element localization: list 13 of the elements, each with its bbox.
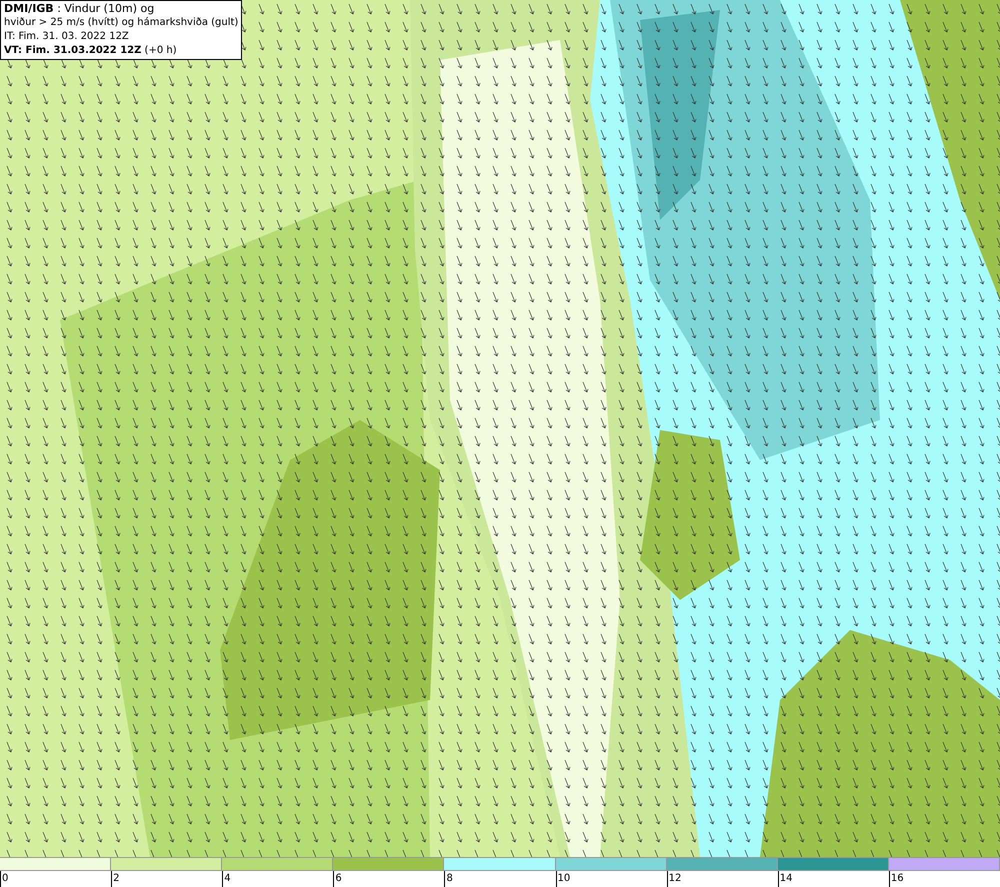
legend-label: 12 — [668, 873, 682, 884]
info-text: hviður > 25 m/s (hvítt) og hámarkshviða (gult) — [4, 16, 238, 30]
info-text: IT: Fim. 31. 03. 2022 12Z — [4, 30, 129, 44]
info-text: DMI/IGB : Vindur (10m) og — [4, 2, 154, 16]
legend-label: 0 — [2, 873, 8, 884]
info-text: VT: Fim. 31.03.2022 12Z (+0 h) — [4, 44, 177, 58]
legend-label: 6 — [335, 873, 342, 884]
legend-label: 2 — [113, 873, 120, 884]
legend-label: 16 — [890, 873, 904, 884]
legend-label: 14 — [780, 873, 792, 884]
legend-label: 4 — [224, 873, 231, 884]
legend-label: 10 — [558, 873, 570, 884]
legend-label: 8 — [446, 873, 453, 884]
